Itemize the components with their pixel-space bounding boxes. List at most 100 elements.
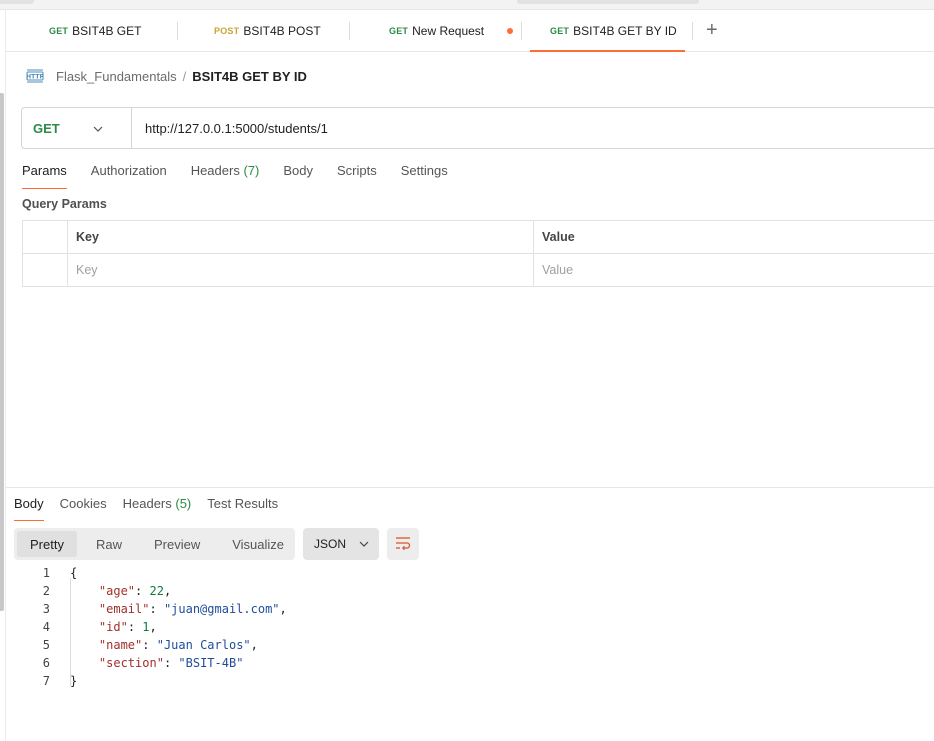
json-punctuation — [70, 602, 99, 616]
code-text: "id": 1, — [50, 620, 157, 634]
line-number: 3 — [42, 602, 50, 616]
code-line: 2 "age": 22, — [14, 582, 614, 600]
method-select[interactable]: GET — [22, 108, 132, 148]
json-punctuation: : — [163, 656, 179, 670]
view-preview-button[interactable]: Preview — [141, 531, 213, 557]
json-key: "id" — [98, 620, 128, 634]
tab-bsit4b-get[interactable]: GET BSIT4B GET — [49, 11, 141, 51]
json-string: "juan@gmail.com" — [163, 602, 280, 616]
view-raw-button[interactable]: Raw — [83, 531, 135, 557]
json-punctuation: { — [70, 566, 78, 580]
tab-response-body[interactable]: Body — [14, 494, 44, 521]
top-strip-search-stub — [517, 0, 699, 4]
tab-response-cookies[interactable]: Cookies — [60, 494, 107, 521]
tab-test-results[interactable]: Test Results — [207, 494, 278, 521]
indent-guide — [70, 578, 71, 686]
response-body-code[interactable]: 1{2 "age": 22, 3 "email": "juan@gmail.com… — [14, 564, 614, 690]
tab-headers-label: Headers — [190, 163, 240, 178]
view-pretty-button[interactable]: Pretty — [17, 531, 77, 557]
format-select[interactable]: JSON — [303, 528, 379, 560]
json-string: "Juan Carlos" — [156, 638, 251, 652]
tab-params[interactable]: Params — [22, 161, 67, 189]
breadcrumb-request-name[interactable]: BSIT4B GET BY ID — [192, 69, 307, 84]
request-options-tabs: Params Authorization Headers (7) Body Sc… — [22, 161, 472, 189]
json-key: "name" — [98, 638, 143, 652]
query-params-table: Key Value Key Value — [22, 220, 934, 287]
tab-label: BSIT4B GET — [72, 24, 142, 38]
json-punctuation: } — [70, 674, 78, 688]
line-number: 1 — [42, 566, 50, 580]
json-punctuation: : — [142, 638, 157, 652]
url-input[interactable]: http://127.0.0.1:5000/students/1 — [132, 121, 328, 136]
window-top-strip — [0, 0, 934, 10]
json-punctuation — [70, 656, 99, 670]
http-request-icon: HTTP — [26, 68, 44, 84]
view-visualize-button[interactable]: Visualize — [219, 531, 297, 557]
code-text: { — [50, 566, 77, 580]
tab-authorization[interactable]: Authorization — [91, 161, 167, 189]
tab-separator — [349, 22, 350, 40]
format-value: JSON — [314, 537, 347, 551]
tab-label: BSIT4B GET BY ID — [573, 23, 677, 38]
tab-new-request[interactable]: GET New Request — [389, 11, 484, 51]
code-text: "name": "Juan Carlos", — [50, 638, 258, 652]
json-number: 1 — [142, 620, 150, 634]
tab-response-headers[interactable]: Headers (5) — [123, 494, 192, 521]
tab-bsit4b-get-by-id[interactable]: GET BSIT4B GET BY ID — [530, 11, 685, 52]
breadcrumb: HTTP Flask_Fundamentals / BSIT4B GET BY … — [26, 66, 307, 86]
request-tabs-bar: GET BSIT4B GET POST BSIT4B POST GET New … — [6, 11, 934, 52]
line-number: 7 — [42, 674, 50, 688]
json-key: "email" — [98, 602, 150, 616]
json-string: "BSIT-4B" — [178, 656, 244, 670]
tab-settings[interactable]: Settings — [401, 161, 448, 189]
code-line: 3 "email": "juan@gmail.com", — [14, 600, 614, 618]
tab-scripts[interactable]: Scripts — [337, 161, 377, 189]
param-key-input[interactable]: Key — [68, 254, 534, 286]
code-line: 5 "name": "Juan Carlos", — [14, 636, 614, 654]
scrollbar-thumb[interactable] — [0, 93, 4, 611]
code-text: "section": "BSIT-4B" — [50, 656, 244, 670]
json-punctuation: : — [127, 620, 143, 634]
json-punctuation: , — [149, 620, 157, 634]
wrap-lines-button[interactable] — [387, 528, 419, 560]
chevron-down-icon — [93, 121, 103, 135]
tab-method-label: GET — [389, 26, 409, 36]
new-tab-plus-icon[interactable]: + — [706, 20, 718, 40]
key-column-header: Key — [68, 221, 534, 253]
json-punctuation — [70, 620, 99, 634]
tab-method-label: GET — [49, 26, 69, 36]
breadcrumb-collection[interactable]: Flask_Fundamentals — [56, 69, 177, 84]
line-number: 2 — [42, 584, 50, 598]
chevron-down-icon — [359, 538, 369, 550]
json-key: "section" — [98, 656, 164, 670]
code-line: 4 "id": 1, — [14, 618, 614, 636]
method-value: GET — [33, 120, 60, 136]
json-punctuation: : — [135, 584, 150, 598]
wrap-lines-icon — [395, 536, 411, 553]
tab-response-headers-count: (5) — [175, 496, 192, 511]
tab-label: New Request — [412, 24, 485, 38]
tab-body[interactable]: Body — [283, 161, 313, 189]
json-punctuation: : — [149, 602, 164, 616]
code-line: 7} — [14, 672, 614, 690]
code-text: } — [50, 674, 77, 688]
param-value-input[interactable]: Value — [534, 254, 934, 286]
tab-headers-count: (7) — [243, 163, 260, 178]
value-column-header: Value — [542, 230, 575, 244]
checkbox-column-header — [22, 221, 68, 253]
tab-bsit4b-post[interactable]: POST BSIT4B POST — [214, 11, 321, 51]
code-text: "email": "juan@gmail.com", — [50, 602, 287, 616]
response-divider[interactable] — [6, 487, 934, 488]
json-punctuation: , — [279, 602, 287, 616]
url-bar: GET http://127.0.0.1:5000/students/1 — [21, 107, 934, 149]
tab-response-headers-label: Headers — [122, 496, 172, 511]
json-punctuation — [70, 584, 99, 598]
tab-headers[interactable]: Headers (7) — [191, 161, 260, 189]
code-line: 1{ — [14, 564, 614, 582]
unsaved-changes-dot-icon — [507, 28, 513, 34]
view-mode-switcher: Pretty Raw Preview Visualize — [14, 528, 295, 560]
row-checkbox-cell — [22, 254, 68, 286]
response-tabs: Body Cookies Headers (5) Test Results — [14, 494, 294, 521]
json-key: "age" — [98, 584, 136, 598]
json-punctuation: , — [250, 638, 258, 652]
